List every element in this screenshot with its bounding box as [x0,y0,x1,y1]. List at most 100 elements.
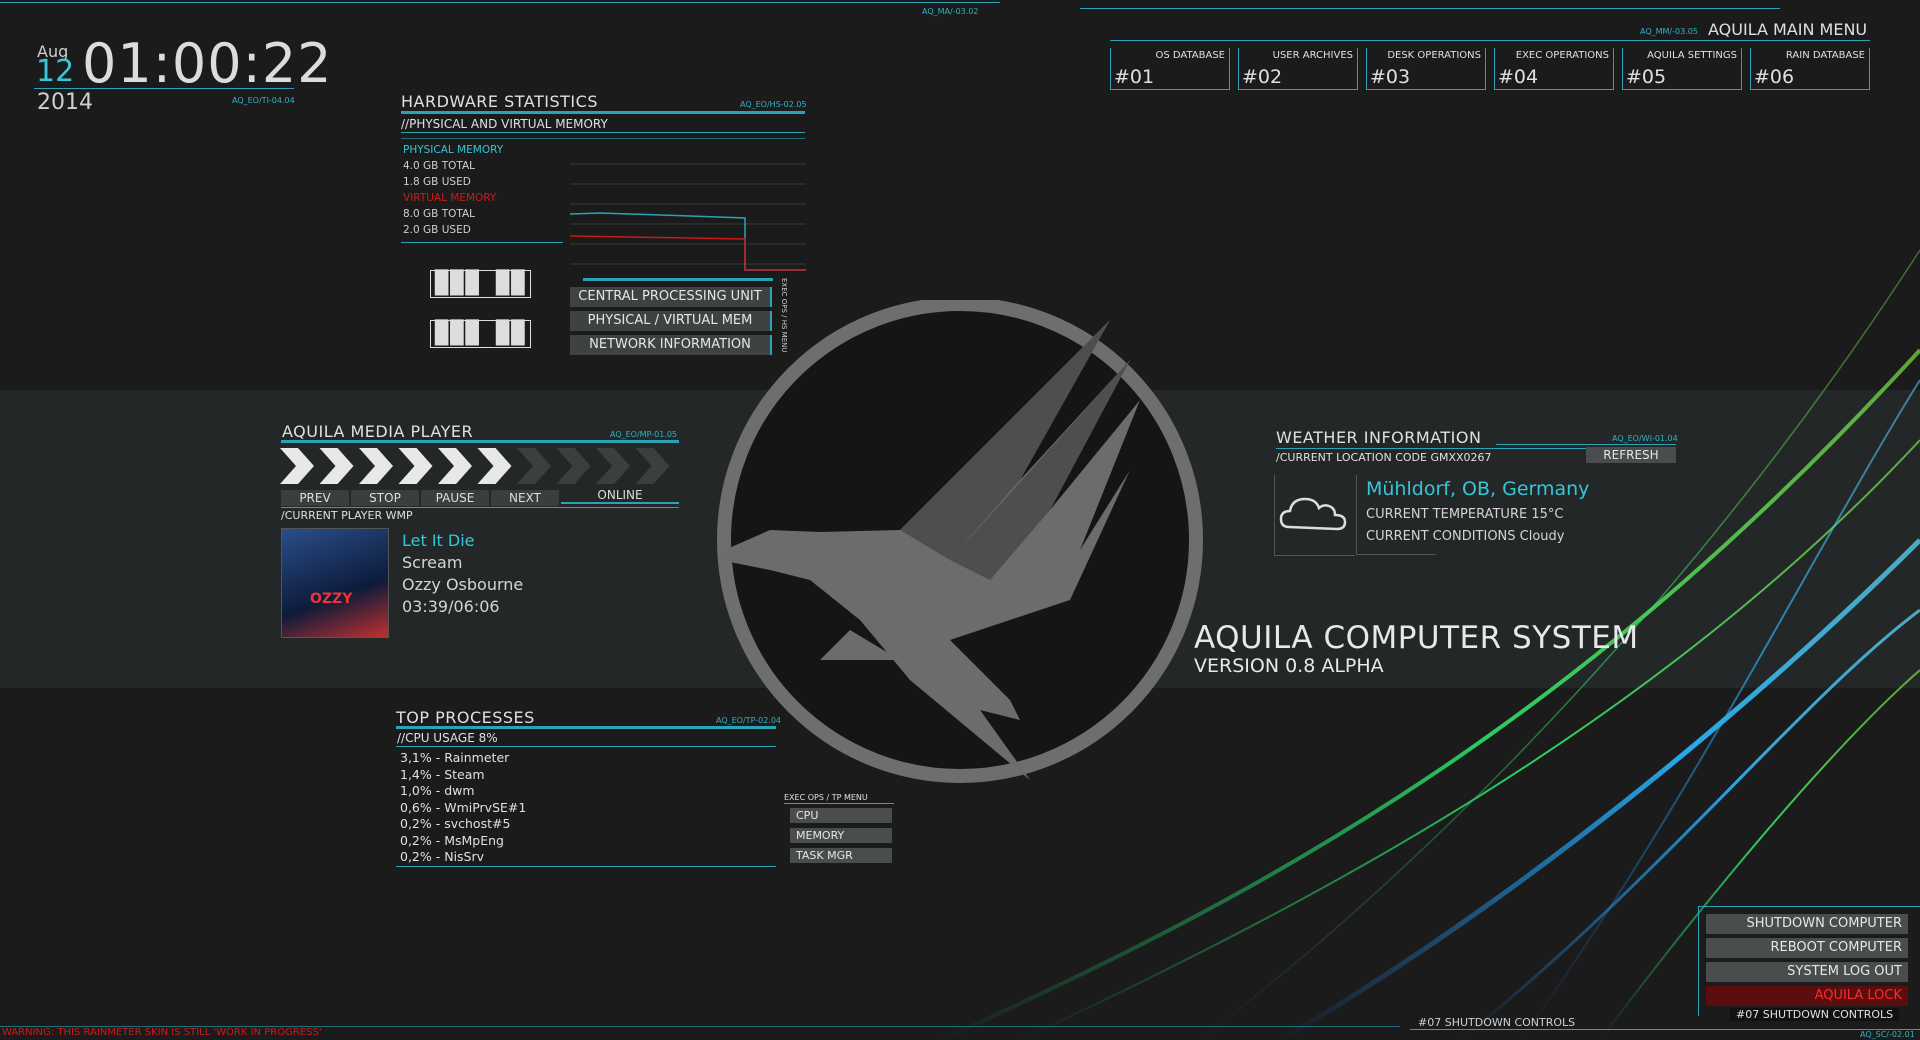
memory-usage-display: ███ ██ [430,320,532,348]
weather-temperature: CURRENT TEMPERATURE 15°C [1366,507,1564,522]
progress-chevron [477,448,512,484]
progress-chevron [517,448,551,484]
reboot-computer-button[interactable]: REBOOT COMPUTER [1706,938,1908,958]
aquila-eagle-logo [717,300,1203,783]
memory-menu-button[interactable]: MEMORY [790,828,892,843]
tp-menu-label: EXEC OPS / TP MENU [784,793,868,802]
weather-title: WEATHER INFORMATION [1276,428,1482,447]
main-menu-tab-label: USER ARCHIVES [1272,50,1353,61]
cloud-icon [1279,497,1347,531]
task-manager-button[interactable]: TASK MGR [790,848,892,863]
main-menu-tab-1[interactable]: OS DATABASE #01 [1110,48,1230,90]
artist-name: Ozzy Osbourne [402,575,524,594]
media-title-bar [281,440,679,443]
processes-code: AQ_EO/TP-02.04 [716,716,781,725]
media-code: AQ_EO/MP-01.05 [610,430,678,439]
physical-memory-used: 1.8 GB USED [403,176,471,188]
processes-title: TOP PROCESSES [396,708,535,727]
hardware-code: AQ_EO/HS-02.05 [740,100,807,109]
clock-code: AQ_EO/TI-04.04 [232,96,295,105]
processes-title-bar [396,726,776,729]
main-menu-tab-4[interactable]: EXEC OPERATIONS #04 [1494,48,1614,90]
process-row: 1,0% - dwm [400,783,475,798]
weather-bottom-line [1356,554,1436,555]
process-row: 0,2% - NisSrv [400,849,485,864]
progress-chevron [556,448,591,484]
hardware-btn-bar [583,278,773,281]
main-menu-tab-3[interactable]: DESK OPERATIONS #03 [1366,48,1486,90]
main-menu-tab-number: #04 [1498,66,1539,88]
top-frame-line [0,2,1000,3]
main-menu-tab-number: #02 [1242,66,1283,88]
process-row: 0,6% - WmiPrvSE#1 [400,799,527,815]
cpu-usage: //CPU USAGE 8% [397,731,498,745]
main-menu-tab-label: RAIN DATABASE [1785,50,1865,61]
main-menu-tab-number: #05 [1626,66,1667,88]
process-list: 3,1% - Rainmeter 1,4% - Steam 1,0% - dwm 0,… [400,750,526,866]
wip-warning: WARNING: THIS RAINMETER SKIN IS STILL 'W… [2,1027,322,1038]
virtual-memory-total: 8.0 GB TOTAL [403,208,476,220]
location-code: /CURRENT LOCATION CODE GMXX0267 [1276,451,1492,464]
progress-chevron [359,448,393,484]
weather-title-line [1496,444,1676,445]
clock-day: 12 [36,54,75,89]
aquila-lock-button[interactable]: AQUILA LOCK [1706,986,1908,1006]
shutdown-bar-line [1410,1029,1920,1030]
current-player: /CURRENT PLAYER WMP [281,509,413,522]
main-menu-tab-6[interactable]: RAIN DATABASE #06 [1750,48,1870,90]
physical-memory-label: PHYSICAL MEMORY [403,144,504,156]
shutdown-bar-label: #07 SHUTDOWN CONTROLS [1418,1016,1576,1029]
refresh-button[interactable]: REFRESH [1586,447,1676,463]
top-frame-line-right [1080,8,1780,9]
track-title: Let It Die [402,531,475,550]
shutdown-footer: #07 SHUTDOWN CONTROLS [1730,1008,1900,1021]
weather-divider [1356,475,1357,555]
main-menu-tab-label: EXEC OPERATIONS [1515,50,1609,61]
weather-city: Mühldorf, OB, Germany [1366,478,1590,500]
clock-time: 01:00:22 [82,32,333,95]
album-art-logo: OZZY [310,591,353,607]
media-title: AQUILA MEDIA PLAYER [282,422,474,441]
main-menu-tab-5[interactable]: AQUILA SETTINGS #05 [1622,48,1742,90]
physical-memory-total: 4.0 GB TOTAL [403,160,476,172]
system-log-out-button[interactable]: SYSTEM LOG OUT [1706,962,1908,982]
progress-chevron [635,448,670,484]
menu-code: AQ_MM/-03.05 [1640,27,1698,36]
cpu-menu-button[interactable]: CPU [790,808,892,823]
progress-chevron [280,448,314,484]
main-menu-tab-number: #03 [1370,66,1411,88]
media-divider [281,507,679,508]
process-row: 3,1% - Rainmeter [400,750,510,765]
shutdown-code: AQ_SC/-02.01 [1860,1030,1915,1039]
main-menu-tab-2[interactable]: USER ARCHIVES #02 [1238,48,1358,90]
album-name: Scream [402,553,463,572]
clock-year: 2014 [37,90,93,115]
processes-bottom-line [396,866,776,867]
memory-graph [570,163,806,271]
media-progress [280,448,670,484]
hardware-title-bar [401,111,805,114]
weather-conditions: CURRENT CONDITIONS Cloudy [1366,529,1565,544]
process-row: 0,2% - svchost#5 [400,816,511,831]
hardware-sub-line [401,132,805,133]
next-button[interactable]: NEXT [491,490,559,506]
progress-chevron [596,448,630,484]
clock-divider [34,88,294,89]
prev-button[interactable]: PREV [281,490,349,506]
memory-stats-underline [401,242,563,243]
stop-button[interactable]: STOP [351,490,419,506]
tp-menu-line [784,803,894,804]
hardware-title: HARDWARE STATISTICS [401,92,598,111]
hardware-sub-line2 [401,138,805,139]
weather-code: AQ_EO/WI-01.04 [1612,434,1678,443]
virtual-memory-used: 2.0 GB USED [403,224,471,236]
pause-button[interactable]: PAUSE [421,490,489,506]
main-menu-title: AQUILA MAIN MENU [1708,20,1868,39]
weather-icon-frame [1274,475,1355,556]
media-info: Let It Die Scream Ozzy Osbourne 03:39/06… [402,530,523,618]
virtual-memory-label: VIRTUAL MEMORY [403,192,497,204]
shutdown-computer-button[interactable]: SHUTDOWN COMPUTER [1706,914,1908,934]
hardware-subtitle: //PHYSICAL AND VIRTUAL MEMORY [401,117,608,131]
player-status: ONLINE [561,488,679,504]
progress-chevron [398,448,433,484]
